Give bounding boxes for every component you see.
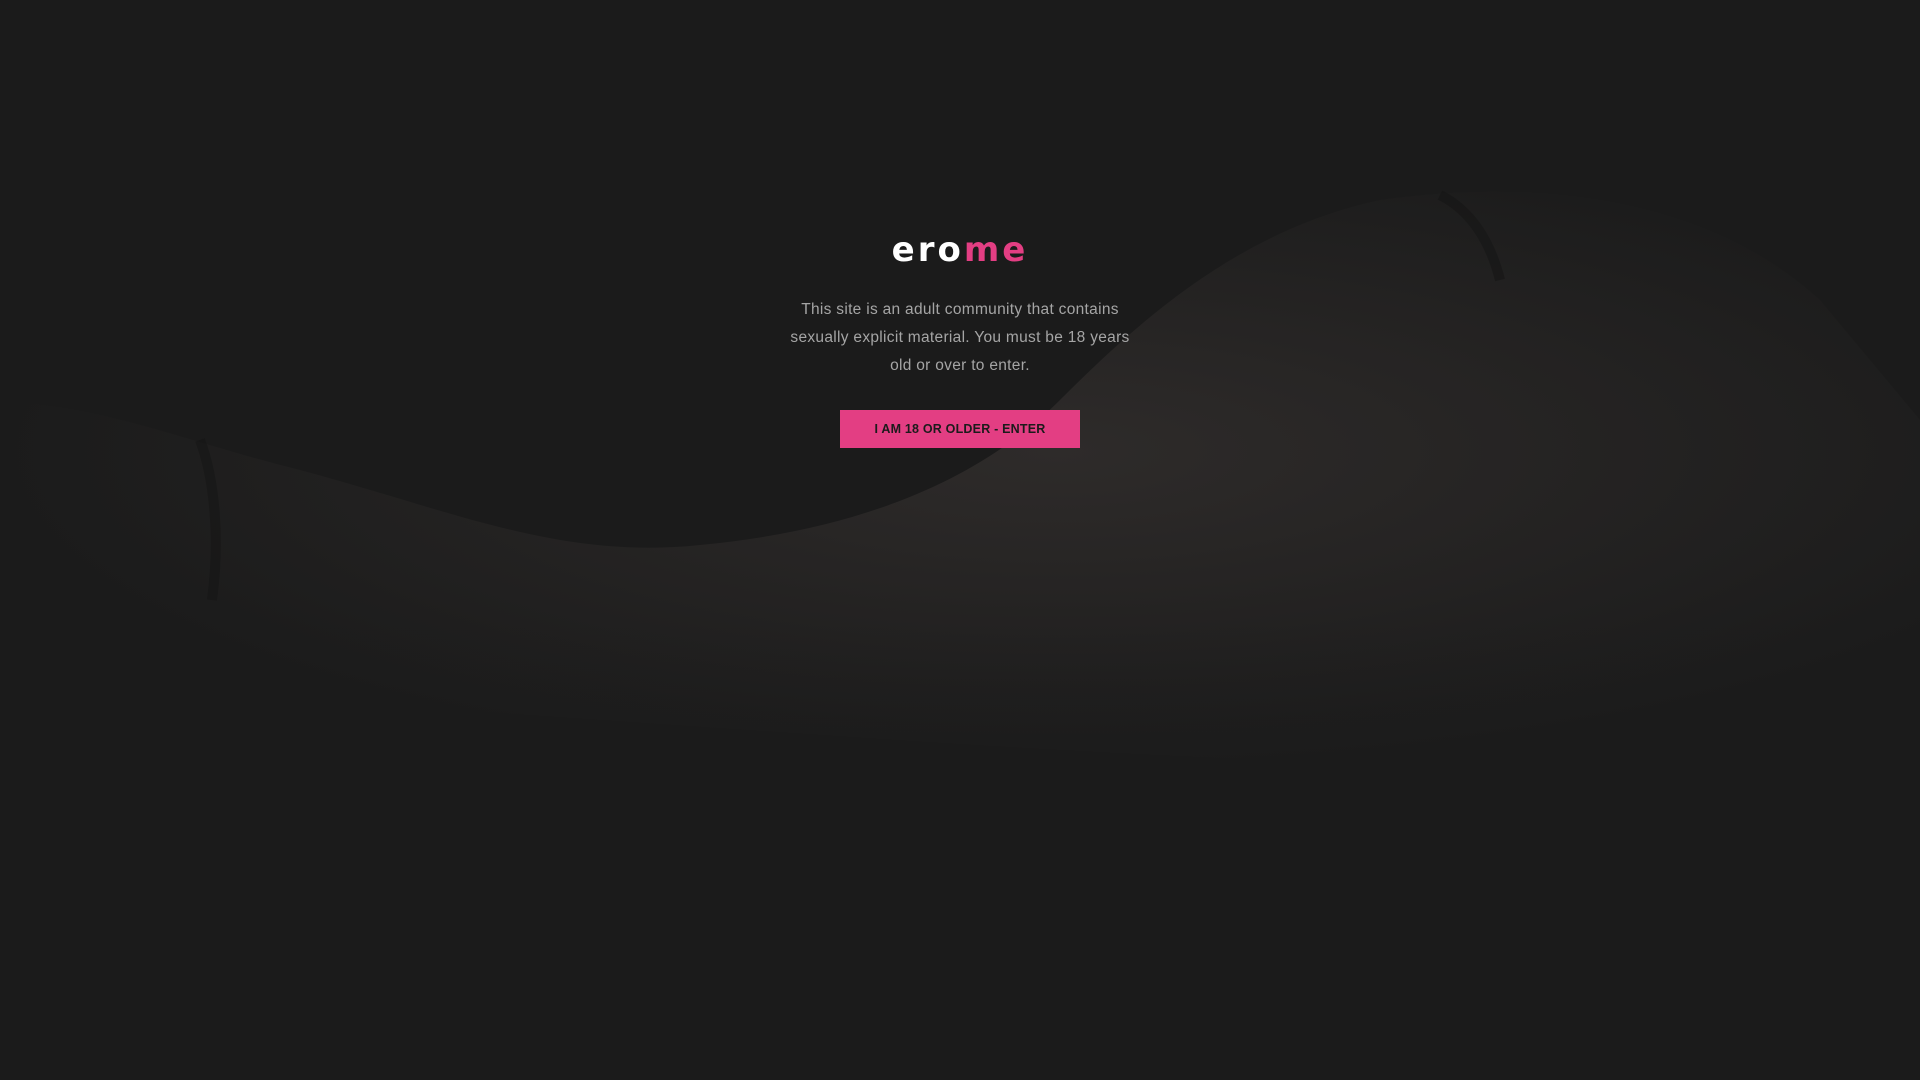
age-warning-text: This site is an adult community that con…	[790, 301, 1130, 374]
logo-part-ero: ero	[891, 230, 964, 270]
enter-button[interactable]: I AM 18 OR OLDER - ENTER	[840, 410, 1080, 448]
site-logo: erome	[892, 230, 1029, 270]
logo-part-me: me	[963, 230, 1029, 270]
background-silhouette-image	[0, 190, 1920, 1080]
age-gate-dialog: erome This site is an adult community th…	[760, 230, 1160, 448]
age-gate-page: erome This site is an adult community th…	[0, 0, 1920, 1080]
